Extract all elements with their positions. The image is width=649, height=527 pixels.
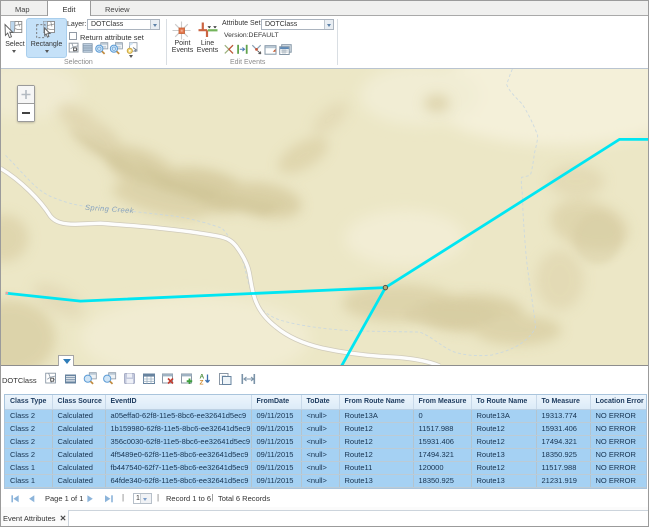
svg-text:Z: Z [200, 380, 204, 387]
